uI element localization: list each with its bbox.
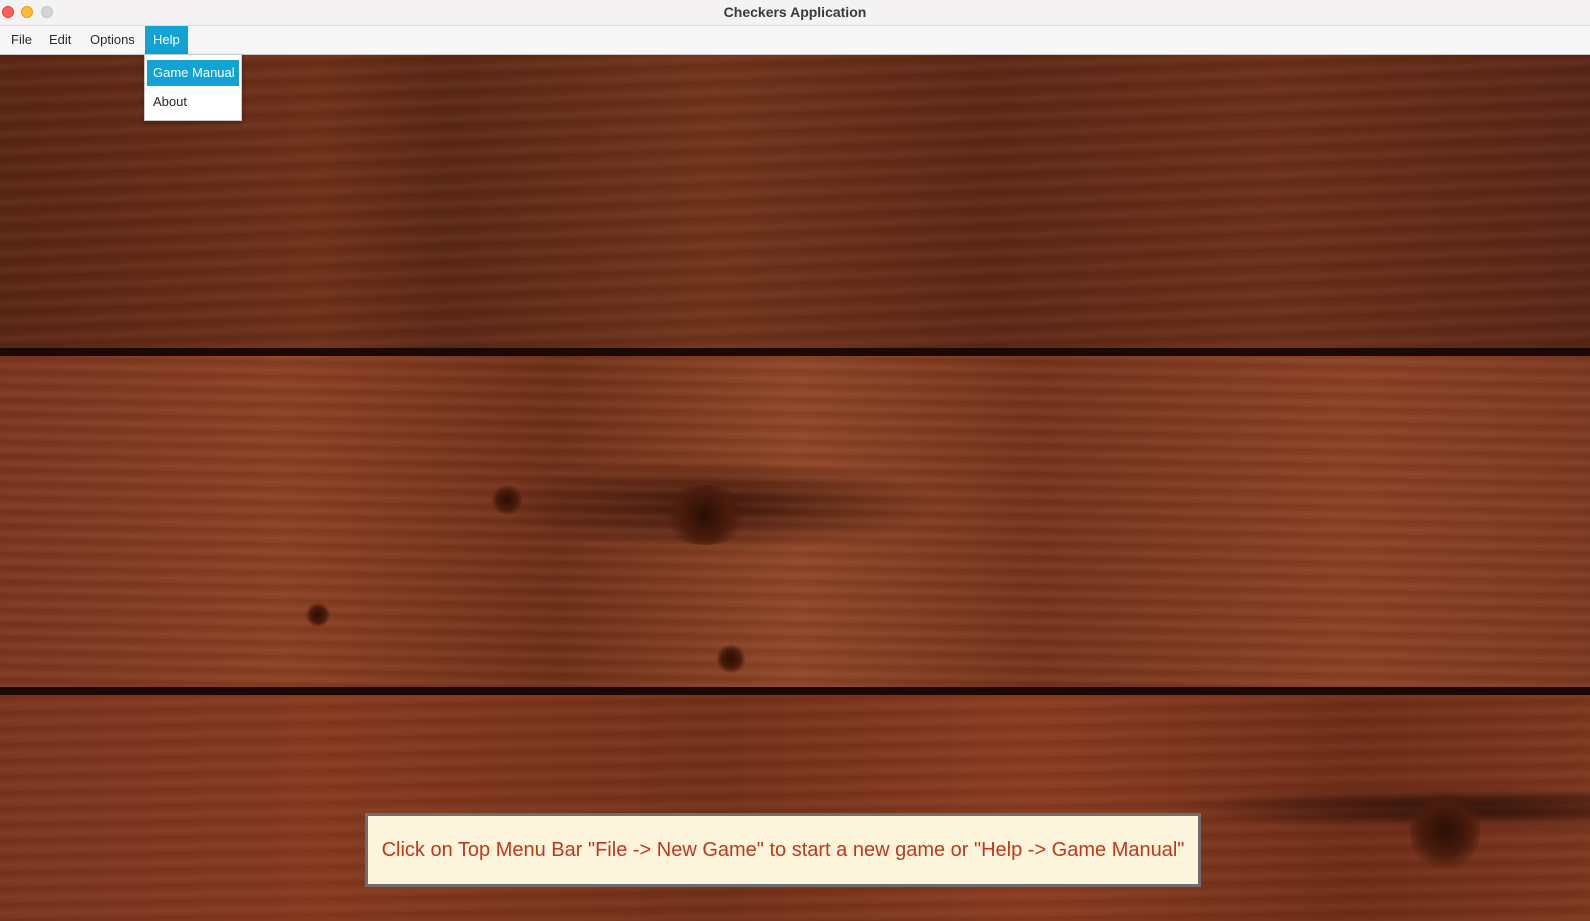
wood-knot bbox=[305, 603, 331, 627]
menu-options[interactable]: Options bbox=[82, 26, 143, 54]
wood-knot bbox=[490, 485, 524, 515]
menu-file[interactable]: File bbox=[3, 26, 40, 54]
menu-edit[interactable]: Edit bbox=[41, 26, 79, 54]
menu-help[interactable]: Help bbox=[145, 26, 188, 54]
instruction-banner: Click on Top Menu Bar "File -> New Game"… bbox=[365, 813, 1201, 887]
wood-knot bbox=[715, 645, 747, 673]
wood-knot bbox=[660, 485, 750, 545]
instruction-text: Click on Top Menu Bar "File -> New Game"… bbox=[381, 838, 1185, 861]
wood-plank-middle bbox=[0, 356, 1590, 688]
wood-knot bbox=[1410, 785, 1480, 875]
menu-item-game-manual[interactable]: Game Manual bbox=[147, 60, 239, 86]
help-dropdown-menu: Game Manual About bbox=[144, 54, 242, 121]
menu-item-about[interactable]: About bbox=[147, 89, 239, 115]
wood-plank-bottom bbox=[0, 695, 1590, 921]
title-bar: Checkers Application bbox=[0, 0, 1590, 26]
window-title: Checkers Application bbox=[723, 4, 867, 20]
wood-background bbox=[0, 55, 1590, 921]
menu-bar: File Edit Options Help bbox=[0, 26, 1590, 55]
